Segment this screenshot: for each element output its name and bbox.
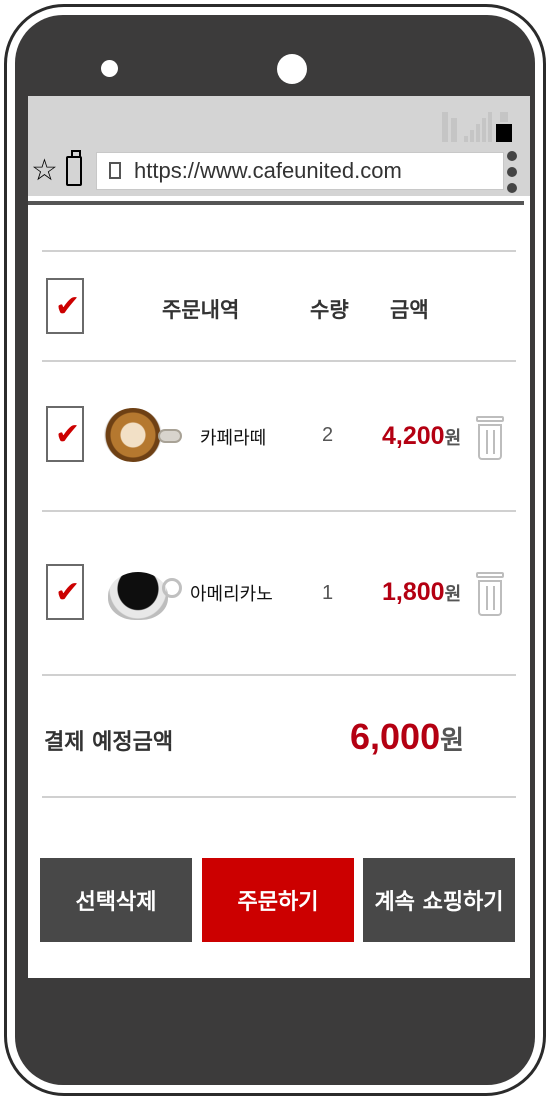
check-icon: ✔	[55, 289, 81, 324]
star-icon[interactable]: ☆	[31, 154, 58, 188]
check-icon: ✔	[55, 417, 81, 452]
continue-shopping-button[interactable]: 계속 쇼핑하기	[363, 858, 515, 942]
camera-dot	[277, 54, 307, 84]
menu-icon[interactable]	[507, 151, 517, 193]
browser-toolbar: ☆ https://www.cafeunited.com	[28, 148, 530, 196]
address-bar[interactable]: https://www.cafeunited.com	[96, 152, 504, 190]
trash-icon[interactable]	[476, 572, 504, 616]
divider	[42, 674, 516, 676]
item-checkbox-latte[interactable]: ✔	[46, 406, 84, 462]
order-button[interactable]: 주문하기	[202, 858, 354, 942]
phone-screen: ☆ https://www.cafeunited.com ✔ 주문내역 수량 금…	[28, 96, 530, 978]
url-text[interactable]: https://www.cafeunited.com	[134, 158, 402, 184]
americano-cup-handle	[162, 578, 182, 598]
item-price-unit: 원	[444, 584, 462, 605]
total-amount-value: 6,000	[350, 716, 441, 757]
item-name: 카페라떼	[200, 428, 267, 449]
item-quantity: 1	[322, 582, 334, 604]
item-name: 아메리카노	[190, 584, 273, 605]
total-amount-unit: 원	[440, 726, 465, 756]
latte-icon	[104, 408, 162, 462]
total-label: 결제 예정금액	[44, 730, 174, 755]
item-price-unit: 원	[444, 428, 462, 449]
status-bar	[28, 96, 530, 148]
select-all-checkbox[interactable]: ✔	[46, 278, 84, 334]
item-price-value: 1,800	[382, 578, 445, 606]
divider	[42, 796, 516, 798]
item-price-value: 4,200	[382, 422, 445, 450]
header-quantity: 수량	[310, 298, 349, 322]
divider	[42, 360, 516, 362]
americano-icon	[108, 572, 168, 620]
page-icon	[109, 162, 121, 179]
bookmark-icon[interactable]	[66, 150, 82, 186]
speaker-dot	[101, 60, 118, 77]
header-amount: 금액	[390, 298, 429, 322]
check-icon: ✔	[55, 575, 81, 610]
data-arrows-icon	[440, 112, 460, 142]
divider	[42, 250, 516, 252]
delete-selected-button[interactable]: 선택삭제	[40, 858, 192, 942]
trash-icon[interactable]	[476, 416, 504, 460]
total-amount: 6,000원	[350, 716, 464, 758]
latte-cup-handle	[158, 429, 182, 443]
signal-icon	[464, 112, 492, 142]
battery-icon	[496, 112, 512, 142]
item-price: 1,800원	[382, 578, 461, 607]
item-price: 4,200원	[382, 422, 461, 451]
header-order-details: 주문내역	[162, 298, 240, 322]
status-icons	[440, 110, 512, 142]
item-quantity: 2	[322, 424, 334, 446]
item-checkbox-americano[interactable]: ✔	[46, 564, 84, 620]
divider	[42, 510, 516, 512]
toolbar-divider	[28, 201, 524, 205]
